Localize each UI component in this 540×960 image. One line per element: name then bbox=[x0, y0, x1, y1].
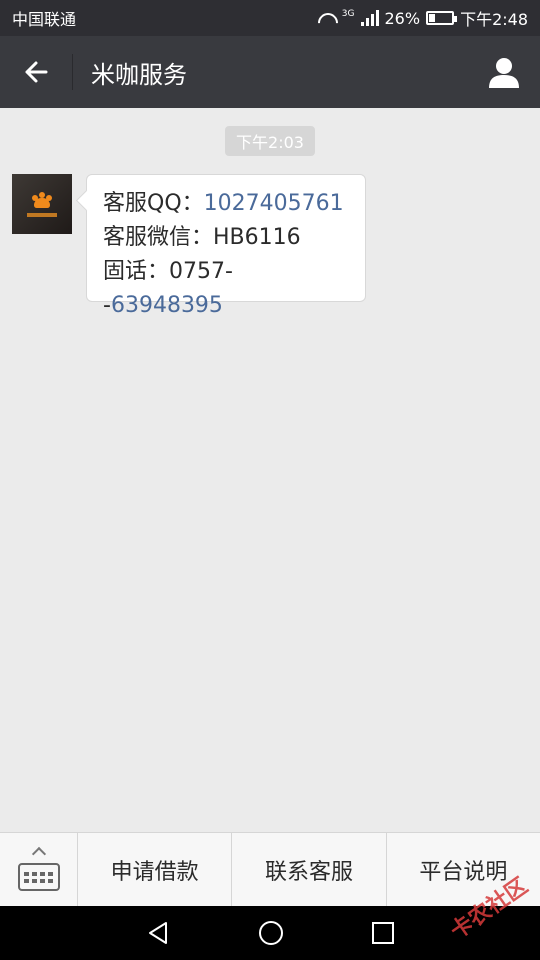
logo-icon bbox=[31, 191, 53, 208]
nav-recents-icon[interactable] bbox=[371, 921, 395, 945]
chat-area[interactable]: 下午2:03 客服QQ：1027405761 客服微信：HB6116 固话：07… bbox=[0, 108, 540, 832]
status-icons: 3G 26% 下午2:48 bbox=[316, 6, 528, 30]
battery-percent: 26% bbox=[384, 8, 421, 28]
back-button[interactable] bbox=[0, 36, 72, 108]
menu-apply-loan[interactable]: 申请借款 bbox=[78, 833, 233, 906]
wechat-label: 客服微信： bbox=[103, 225, 214, 250]
keyboard-toggle-button[interactable] bbox=[0, 833, 78, 907]
logo-text-mark bbox=[27, 212, 57, 217]
nav-divider bbox=[72, 54, 73, 90]
signal-icon bbox=[360, 10, 379, 26]
battery-icon bbox=[426, 11, 458, 25]
message-timestamp: 下午2:03 bbox=[225, 126, 315, 156]
qq-line: 客服QQ：1027405761 bbox=[103, 187, 351, 221]
qq-number-link[interactable]: 1027405761 bbox=[204, 191, 344, 216]
user-icon bbox=[489, 58, 519, 88]
wechat-id: HB6116 bbox=[213, 225, 301, 250]
nav-back-icon[interactable] bbox=[145, 920, 171, 946]
status-bar: 中国联通 3G 26% 下午2:48 bbox=[0, 0, 540, 36]
phone-line: 固话：0757--63948395 bbox=[103, 255, 351, 323]
menu-contact-service[interactable]: 联系客服 bbox=[232, 833, 387, 906]
carrier-name: 中国联通 bbox=[12, 10, 77, 29]
back-arrow-icon bbox=[25, 61, 48, 83]
network-type: 3G bbox=[341, 8, 355, 19]
sender-avatar[interactable] bbox=[12, 174, 72, 234]
phone-number-link[interactable]: 63948395 bbox=[111, 293, 223, 318]
clock: 下午2:48 bbox=[460, 10, 528, 29]
page-title: 米咖服务 bbox=[91, 60, 187, 89]
nav-bar: 米咖服务 bbox=[0, 36, 540, 108]
phone-label: 固话： bbox=[103, 259, 170, 284]
qq-label: 客服QQ： bbox=[103, 191, 204, 216]
message-bubble[interactable]: 客服QQ：1027405761 客服微信：HB6116 固话：0757--639… bbox=[86, 174, 366, 318]
profile-button[interactable] bbox=[468, 36, 540, 108]
chevron-up-icon bbox=[31, 846, 46, 862]
nav-home-icon[interactable] bbox=[257, 919, 285, 947]
wifi-icon bbox=[316, 11, 336, 25]
wechat-line: 客服微信：HB6116 bbox=[103, 221, 351, 255]
keyboard-icon bbox=[17, 863, 60, 891]
